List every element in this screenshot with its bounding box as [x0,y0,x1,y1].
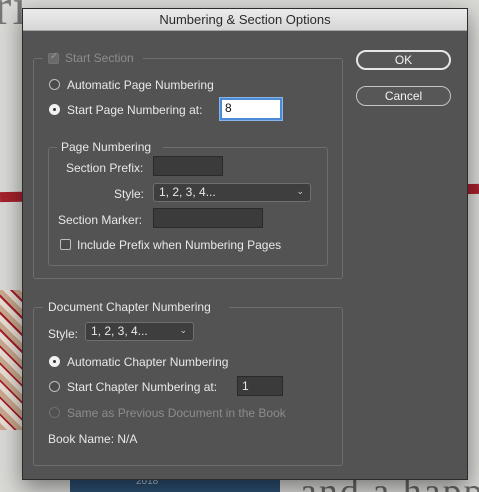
auto-chapter-numbering-radio[interactable] [49,356,60,367]
chapter-style-value: 1, 2, 3, 4... [91,324,148,338]
start-page-numbering-label: Start Page Numbering at: [67,103,203,117]
include-prefix-checkbox[interactable] [60,239,71,250]
cancel-button[interactable]: Cancel [356,86,451,106]
same-as-previous-label: Same as Previous Document in the Book [67,406,286,420]
include-prefix-label: Include Prefix when Numbering Pages [77,238,282,252]
page-style-label: Style: [114,187,145,201]
section-prefix-label: Section Prefix: [66,161,144,175]
numbering-section-options-dialog: Numbering & Section Options Start Sectio… [22,8,468,480]
page-style-value: 1, 2, 3, 4... [159,185,216,199]
start-section-label: Start Section [65,51,134,65]
chapter-style-label: Style: [48,327,79,341]
chevron-down-icon: ⌄ [179,326,187,336]
start-page-number-input[interactable]: 8 [220,98,282,120]
chapter-style-select[interactable]: 1, 2, 3, 4... ⌄ [85,322,194,341]
start-chapter-numbering-radio[interactable] [49,381,60,392]
auto-page-numbering-label: Automatic Page Numbering [67,78,214,92]
start-chapter-numbering-label: Start Chapter Numbering at: [67,380,218,394]
page-style-select[interactable]: 1, 2, 3, 4... ⌄ [153,183,311,202]
chapter-numbering-group-title: Document Chapter Numbering [48,300,211,314]
section-marker-label: Section Marker: [58,213,143,227]
section-prefix-input[interactable] [153,156,223,176]
auto-page-numbering-radio[interactable] [49,79,60,90]
ok-button[interactable]: OK [356,50,451,70]
auto-chapter-numbering-label: Automatic Chapter Numbering [67,355,229,369]
start-page-numbering-radio[interactable] [49,104,60,115]
dialog-title[interactable]: Numbering & Section Options [23,9,467,31]
section-marker-input[interactable] [153,208,263,228]
background-blue-band [70,478,280,492]
same-as-previous-radio[interactable] [49,407,60,418]
page-numbering-group-title: Page Numbering [61,140,152,154]
start-chapter-number-input[interactable]: 1 [237,376,283,396]
background-pattern [0,290,22,430]
chevron-down-icon: ⌄ [296,187,304,197]
book-name-label: Book Name: N/A [48,432,138,446]
start-section-checkbox[interactable] [48,51,59,64]
